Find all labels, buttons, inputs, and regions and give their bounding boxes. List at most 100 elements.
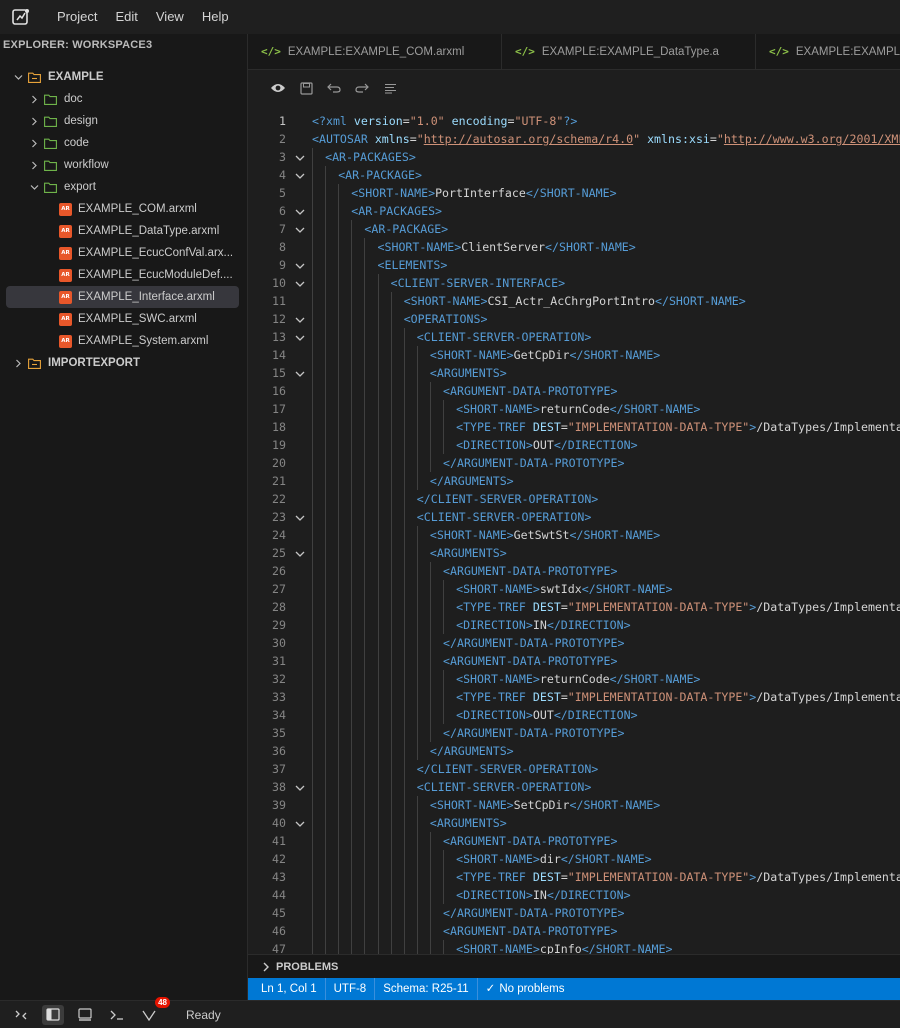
terminal-icon[interactable] [106,1005,128,1025]
chevron-right-icon[interactable] [28,159,40,171]
tree-item-code[interactable]: code [0,132,247,154]
tree-item-importexport[interactable]: IMPORTEXPORT [0,352,247,374]
code-line[interactable]: 20 </ARGUMENT-DATA-PROTOTYPE> [248,454,900,472]
tree-item-example-system-arxml[interactable]: AR EXAMPLE_System.arxml [0,330,247,352]
tree-item-doc[interactable]: doc [0,88,247,110]
chevron-down-icon[interactable] [28,181,40,193]
sidebar-toggle-icon[interactable] [42,1004,64,1025]
code-line[interactable]: 1 <?xml version="1.0" encoding="UTF-8"?> [248,112,900,130]
menu-edit[interactable]: Edit [106,0,146,34]
tree-item-example[interactable]: EXAMPLE [0,66,247,88]
tree-item-example-swc-arxml[interactable]: AR EXAMPLE_SWC.arxml [0,308,247,330]
chevron-right-icon[interactable] [12,357,24,369]
code-line[interactable]: 38 <CLIENT-SERVER-OPERATION> [248,778,900,796]
fold-chevron-icon[interactable] [294,547,306,559]
code-line[interactable]: 40 <ARGUMENTS> [248,814,900,832]
chevron-right-icon[interactable] [28,93,40,105]
code-line[interactable]: 18 <TYPE-TREF DEST="IMPLEMENTATION-DATA-T… [248,418,900,436]
code-line[interactable]: 8 <SHORT-NAME>ClientServer</SHORT-NAME> [248,238,900,256]
code-line[interactable]: 46 <ARGUMENT-DATA-PROTOTYPE> [248,922,900,940]
code-line[interactable]: 21 </ARGUMENTS> [248,472,900,490]
panel-toggle-icon[interactable] [74,1005,96,1025]
code-line[interactable]: 43 <TYPE-TREF DEST="IMPLEMENTATION-DATA-T… [248,868,900,886]
code-line[interactable]: 22 </CLIENT-SERVER-OPERATION> [248,490,900,508]
code-editor[interactable]: 1 <?xml version="1.0" encoding="UTF-8"?> 2… [248,106,900,954]
code-line[interactable]: 19 <DIRECTION>OUT</DIRECTION> [248,436,900,454]
tab-example-com[interactable]: </> EXAMPLE:EXAMPLE_COM.arxml [248,34,502,69]
fold-chevron-icon[interactable] [294,781,306,793]
code-line[interactable]: 41 <ARGUMENT-DATA-PROTOTYPE> [248,832,900,850]
code-line[interactable]: 26 <ARGUMENT-DATA-PROTOTYPE> [248,562,900,580]
code-line[interactable]: 32 <SHORT-NAME>returnCode</SHORT-NAME> [248,670,900,688]
save-icon[interactable] [292,76,320,100]
code-line[interactable]: 30 </ARGUMENT-DATA-PROTOTYPE> [248,634,900,652]
menu-view[interactable]: View [147,0,193,34]
code-line[interactable]: 13 <CLIENT-SERVER-OPERATION> [248,328,900,346]
tree-item-example-com-arxml[interactable]: AR EXAMPLE_COM.arxml [0,198,247,220]
fold-chevron-icon[interactable] [294,169,306,181]
tab-example-datatype[interactable]: </> EXAMPLE:EXAMPLE_DataType.a [502,34,756,69]
tree-item-example-ecucconfval-arx[interactable]: AR EXAMPLE_EcucConfVal.arx... [0,242,247,264]
chevron-down-icon[interactable] [12,71,24,83]
fold-chevron-icon[interactable] [294,223,306,235]
code-line[interactable]: 28 <TYPE-TREF DEST="IMPLEMENTATION-DATA-T… [248,598,900,616]
code-line[interactable]: 47 <SHORT-NAME>cpInfo</SHORT-NAME> [248,940,900,954]
tree-item-example-interface-arxml[interactable]: AR EXAMPLE_Interface.arxml [6,286,239,308]
code-line[interactable]: 16 <ARGUMENT-DATA-PROTOTYPE> [248,382,900,400]
code-line[interactable]: 12 <OPERATIONS> [248,310,900,328]
cursor-position[interactable]: Ln 1, Col 1 [248,978,326,1000]
problems-status[interactable]: ✓ No problems [478,978,573,1000]
code-line[interactable]: 29 <DIRECTION>IN</DIRECTION> [248,616,900,634]
fold-chevron-icon[interactable] [294,151,306,163]
code-line[interactable]: 5 <SHORT-NAME>PortInterface</SHORT-NAME> [248,184,900,202]
fold-chevron-icon[interactable] [294,205,306,217]
remote-icon[interactable] [10,1005,32,1025]
code-line[interactable]: 23 <CLIENT-SERVER-OPERATION> [248,508,900,526]
code-line[interactable]: 44 <DIRECTION>IN</DIRECTION> [248,886,900,904]
code-line[interactable]: 17 <SHORT-NAME>returnCode</SHORT-NAME> [248,400,900,418]
tree-item-design[interactable]: design [0,110,247,132]
code-line[interactable]: 36 </ARGUMENTS> [248,742,900,760]
code-line[interactable]: 37 </CLIENT-SERVER-OPERATION> [248,760,900,778]
fold-chevron-icon[interactable] [294,313,306,325]
tree-item-example-ecucmoduledef[interactable]: AR EXAMPLE_EcucModuleDef.... [0,264,247,286]
fold-chevron-icon[interactable] [294,259,306,271]
code-line[interactable]: 11 <SHORT-NAME>CSI_Actr_AcChrgPortIntro</… [248,292,900,310]
undo-icon[interactable] [320,76,348,100]
code-line[interactable]: 39 <SHORT-NAME>SetCpDir</SHORT-NAME> [248,796,900,814]
fold-chevron-icon[interactable] [294,277,306,289]
app-logo-icon[interactable] [10,6,32,28]
problems-panel-header[interactable]: PROBLEMS [248,954,900,979]
code-line[interactable]: 35 </ARGUMENT-DATA-PROTOTYPE> [248,724,900,742]
tree-item-workflow[interactable]: workflow [0,154,247,176]
fold-chevron-icon[interactable] [294,511,306,523]
schema-indicator[interactable]: Schema: R25-11 [375,978,478,1000]
format-lines-icon[interactable] [376,76,404,100]
code-line[interactable]: 24 <SHORT-NAME>GetSwtSt</SHORT-NAME> [248,526,900,544]
chevron-right-icon[interactable] [28,115,40,127]
redo-icon[interactable] [348,76,376,100]
code-line[interactable]: 4 <AR-PACKAGE> [248,166,900,184]
tree-item-example-datatype-arxml[interactable]: AR EXAMPLE_DataType.arxml [0,220,247,242]
code-line[interactable]: 31 <ARGUMENT-DATA-PROTOTYPE> [248,652,900,670]
fold-chevron-icon[interactable] [294,331,306,343]
code-line[interactable]: 27 <SHORT-NAME>swtIdx</SHORT-NAME> [248,580,900,598]
eye-icon[interactable] [264,76,292,100]
encoding-indicator[interactable]: UTF-8 [326,978,376,1000]
tab-example-ecuc[interactable]: </> EXAMPLE:EXAMPLE_Ecuc [756,34,900,69]
code-line[interactable]: 15 <ARGUMENTS> [248,364,900,382]
code-line[interactable]: 9 <ELEMENTS> [248,256,900,274]
code-line[interactable]: 42 <SHORT-NAME>dir</SHORT-NAME> [248,850,900,868]
fold-chevron-icon[interactable] [294,817,306,829]
chevron-right-icon[interactable] [28,137,40,149]
code-line[interactable]: 10 <CLIENT-SERVER-INTERFACE> [248,274,900,292]
validation-icon[interactable]: 48 [138,996,170,1025]
menu-project[interactable]: Project [48,0,106,34]
code-line[interactable]: 2 <AUTOSAR xmlns="http://autosar.org/sche… [248,130,900,148]
code-line[interactable]: 34 <DIRECTION>OUT</DIRECTION> [248,706,900,724]
code-line[interactable]: 3 <AR-PACKAGES> [248,148,900,166]
code-line[interactable]: 7 <AR-PACKAGE> [248,220,900,238]
code-line[interactable]: 45 </ARGUMENT-DATA-PROTOTYPE> [248,904,900,922]
code-line[interactable]: 6 <AR-PACKAGES> [248,202,900,220]
menu-help[interactable]: Help [193,0,238,34]
